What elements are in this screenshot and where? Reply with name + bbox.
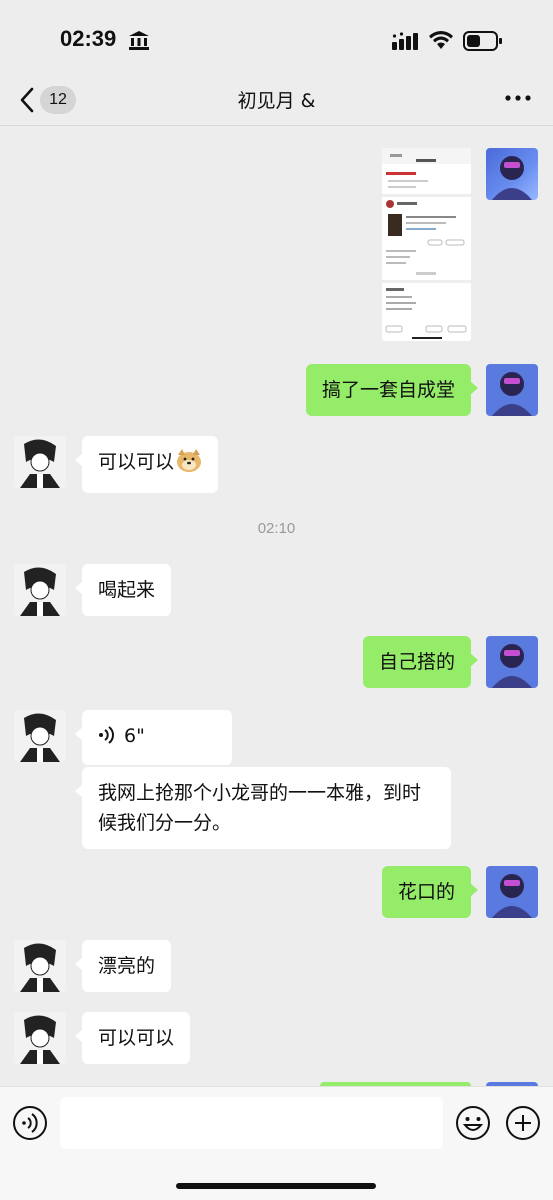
contact-avatar[interactable] [14,436,66,488]
message-timestamp: 02:10 [257,520,296,537]
contact-message-bubble[interactable]: 喝起来 [74,564,172,616]
more-dots-icon [505,95,531,101]
chat-title: 初见月 & [237,90,316,112]
wifi-icon [428,29,454,55]
battery-icon [463,31,503,55]
my-avatar[interactable] [486,636,538,688]
my-avatar[interactable] [486,364,538,416]
contact-avatar[interactable] [14,940,66,992]
emoji-button[interactable] [455,1105,491,1141]
status-time: 02:39 [60,26,117,51]
message-input[interactable] [60,1097,443,1149]
more-actions-button[interactable] [505,1105,541,1141]
voice-input-button[interactable] [12,1105,48,1141]
contact-message-bubble[interactable]: 我网上抢那个小龙哥的一一本雅，到时候我们分一分。 [75,767,451,849]
doge-emoji-icon [176,449,202,482]
my-message-bubble[interactable]: 搞了一套自成堂 [305,364,479,416]
emoji-icon [456,1106,490,1140]
voice-message-bubble[interactable]: 6" [75,710,232,765]
chat-header: 12 初见月 & [0,72,553,126]
contact-avatar[interactable] [14,564,66,616]
status-bar: 02:39 [0,0,553,80]
cellular-signal-icon [392,32,420,54]
plus-icon [506,1106,540,1140]
voice-duration: 6" [124,725,145,747]
my-message-bubble[interactable]: 自己搭的 [362,636,479,688]
contact-avatar[interactable] [14,1012,66,1064]
contact-message-bubble[interactable]: 可以可以 [74,436,219,493]
shared-screenshot-image[interactable] [382,148,471,341]
voice-wave-icon [98,724,116,754]
home-indicator [176,1183,376,1189]
message-text: 可以可以 [98,451,175,473]
contact-message-bubble[interactable]: 可以可以 [74,1012,191,1064]
bank-icon [128,30,150,54]
voice-icon [13,1106,47,1140]
contact-message-bubble[interactable]: 漂亮的 [74,940,172,992]
contact-avatar[interactable] [14,710,66,762]
more-button[interactable] [503,86,533,110]
my-message-bubble[interactable]: 花口的 [381,866,479,918]
my-avatar[interactable] [486,148,538,200]
my-avatar[interactable] [486,866,538,918]
